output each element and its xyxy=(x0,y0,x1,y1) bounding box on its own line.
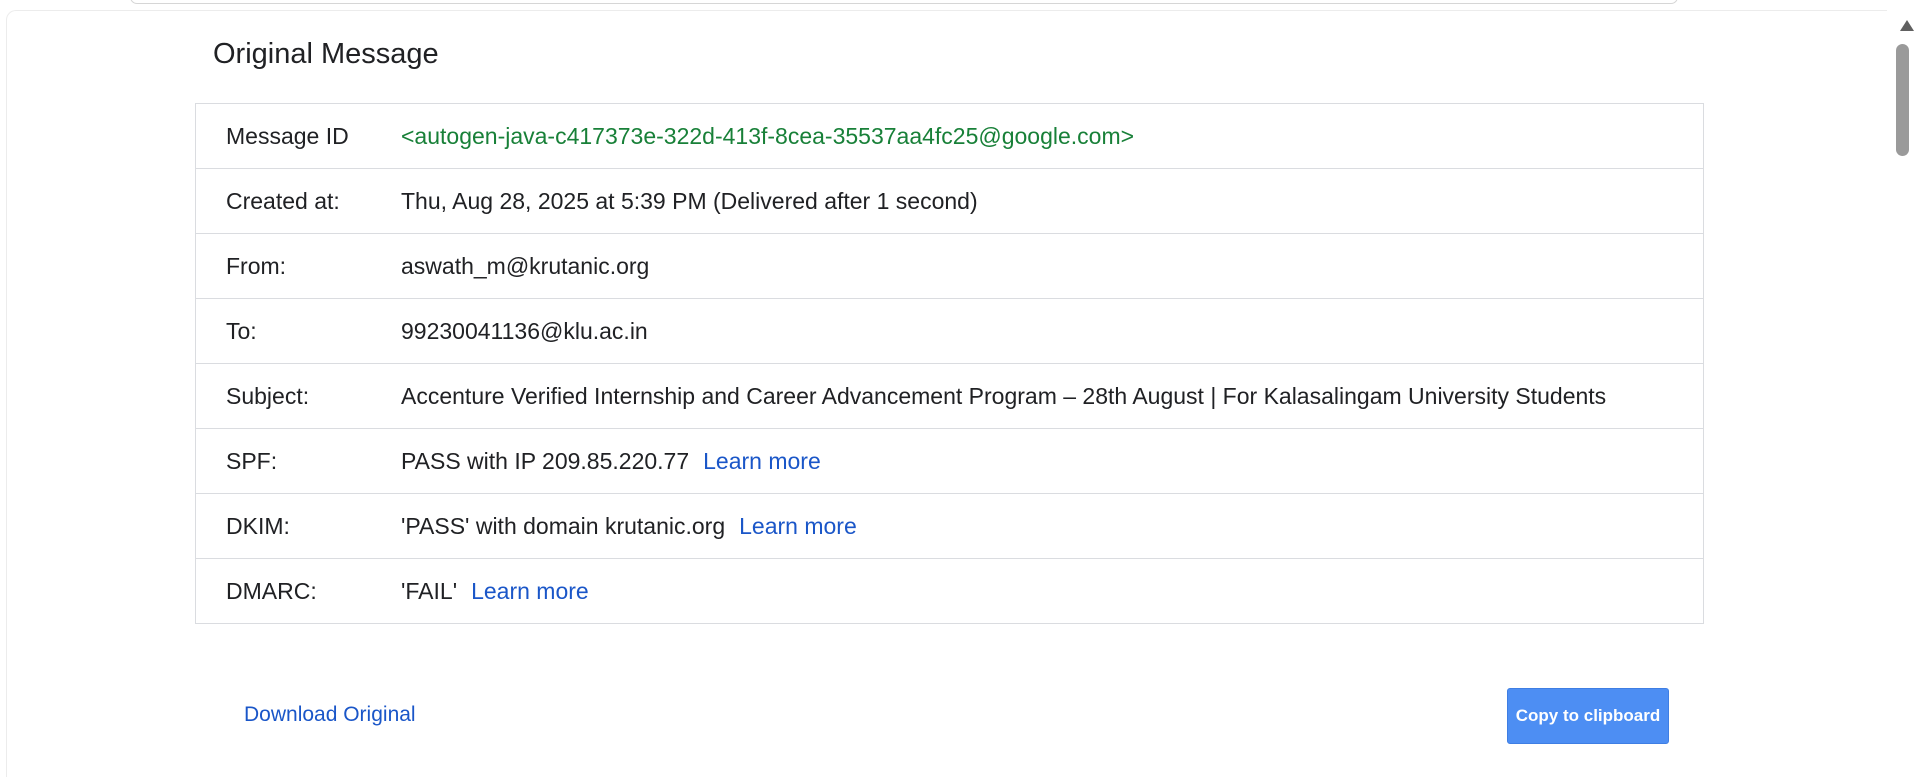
copy-to-clipboard-button[interactable]: Copy to clipboard xyxy=(1507,688,1669,744)
row-created-at: Created at: Thu, Aug 28, 2025 at 5:39 PM… xyxy=(196,169,1703,234)
row-label: DMARC: xyxy=(226,577,317,604)
message-details-table: Message ID <autogen-java-c417373e-322d-4… xyxy=(195,103,1704,624)
row-label: DKIM: xyxy=(226,512,290,539)
from-value: aswath_m@krutanic.org xyxy=(401,252,650,279)
scrollbar-thumb[interactable] xyxy=(1896,44,1909,156)
row-label: Subject: xyxy=(226,382,310,409)
subject-value: Accenture Verified Internship and Career… xyxy=(401,382,1607,409)
row-message-id: Message ID <autogen-java-c417373e-322d-4… xyxy=(196,104,1703,169)
row-label: From: xyxy=(226,252,287,279)
row-label: To: xyxy=(226,317,257,344)
spf-result: PASS with IP 209.85.220.77 xyxy=(401,447,690,474)
row-dmarc: DMARC: 'FAIL' Learn more xyxy=(196,559,1703,623)
row-spf: SPF: PASS with IP 209.85.220.77 Learn mor… xyxy=(196,429,1703,494)
message-id-value: <autogen-java-c417373e-322d-413f-8cea-35… xyxy=(401,122,1135,149)
dkim-learn-more-link[interactable]: Learn more xyxy=(739,513,857,539)
row-to: To: 99230041136@klu.ac.in xyxy=(196,299,1703,364)
scroll-up-arrow-icon[interactable] xyxy=(1900,20,1914,31)
download-original-link[interactable]: Download Original xyxy=(244,703,416,727)
spf-value: PASS with IP 209.85.220.77 Learn more xyxy=(376,448,821,475)
dmarc-value: 'FAIL' Learn more xyxy=(376,578,589,605)
row-subject: Subject: Accenture Verified Internship a… xyxy=(196,364,1703,429)
row-from: From: aswath_m@krutanic.org xyxy=(196,234,1703,299)
dmarc-result: 'FAIL' xyxy=(401,577,458,604)
to-value: 99230041136@klu.ac.in xyxy=(401,317,648,344)
row-label: Message ID xyxy=(226,122,349,149)
spf-learn-more-link[interactable]: Learn more xyxy=(703,448,821,474)
row-label: SPF: xyxy=(226,447,278,474)
row-label: Created at: xyxy=(226,187,340,214)
vertical-scrollbar[interactable] xyxy=(1894,0,1920,777)
created-at-value: Thu, Aug 28, 2025 at 5:39 PM (Delivered … xyxy=(401,187,978,214)
dkim-value: 'PASS' with domain krutanic.org Learn mor… xyxy=(376,513,857,540)
row-dkim: DKIM: 'PASS' with domain krutanic.org Lea… xyxy=(196,494,1703,559)
dmarc-learn-more-link[interactable]: Learn more xyxy=(471,578,589,604)
top-search-bar-edge xyxy=(130,0,1678,4)
original-message-page: Original Message Message ID <autogen-jav… xyxy=(0,0,1920,777)
dkim-result: 'PASS' with domain krutanic.org xyxy=(401,512,726,539)
page-title: Original Message xyxy=(213,38,439,70)
